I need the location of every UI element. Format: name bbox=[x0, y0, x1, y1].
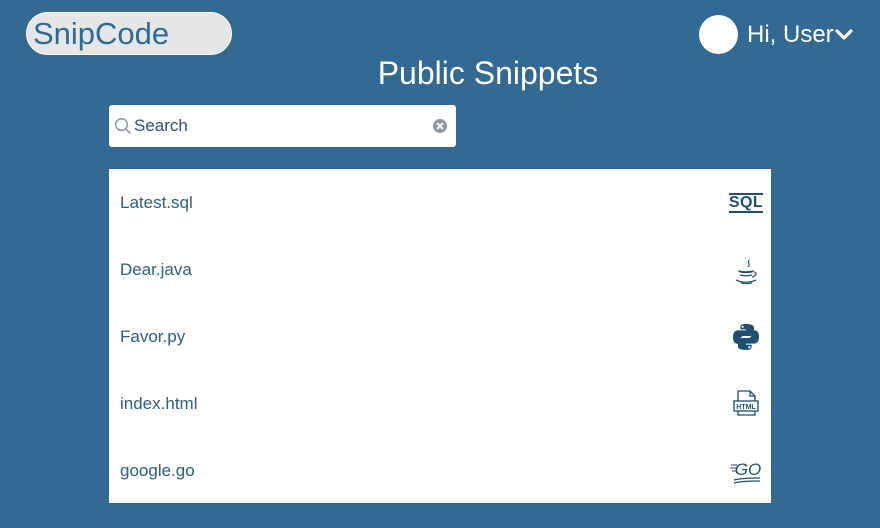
app-logo[interactable]: SnipCode bbox=[26, 12, 232, 55]
search-bar[interactable] bbox=[109, 105, 456, 147]
user-greeting[interactable]: Hi, User bbox=[747, 15, 834, 54]
snippet-item-dear-java[interactable]: Dear.java bbox=[109, 236, 771, 303]
sql-icon-label: SQL bbox=[728, 192, 764, 213]
html-icon: HTML bbox=[730, 388, 762, 420]
page-title: Public Snippets bbox=[377, 55, 599, 91]
snippet-name[interactable]: Favor.py bbox=[120, 327, 185, 347]
user-menu[interactable]: Hi, User bbox=[699, 15, 854, 54]
java-icon bbox=[730, 254, 762, 286]
go-icon: GO bbox=[730, 455, 762, 487]
search-input[interactable] bbox=[134, 116, 430, 136]
python-icon bbox=[730, 321, 762, 353]
snippet-item-index-html[interactable]: index.html HTML bbox=[109, 370, 771, 437]
html-icon-label: HTML bbox=[736, 404, 756, 411]
chevron-down-icon[interactable] bbox=[834, 28, 854, 42]
snippet-list: Latest.sql SQL Dear.java Favor.py index.… bbox=[109, 169, 771, 503]
user-avatar[interactable] bbox=[699, 15, 738, 54]
sql-icon: SQL bbox=[728, 187, 764, 219]
snippet-item-latest-sql[interactable]: Latest.sql SQL bbox=[109, 169, 771, 236]
snippet-name[interactable]: Dear.java bbox=[120, 260, 192, 280]
snippet-name[interactable]: index.html bbox=[120, 394, 197, 414]
clear-search-icon[interactable] bbox=[433, 119, 447, 133]
snippet-item-google-go[interactable]: google.go GO bbox=[109, 437, 771, 504]
snippet-item-favor-py[interactable]: Favor.py bbox=[109, 303, 771, 370]
snippet-name[interactable]: google.go bbox=[120, 461, 195, 481]
go-icon-label: GO bbox=[735, 460, 761, 479]
snippet-name[interactable]: Latest.sql bbox=[120, 193, 193, 213]
search-icon bbox=[114, 117, 131, 134]
